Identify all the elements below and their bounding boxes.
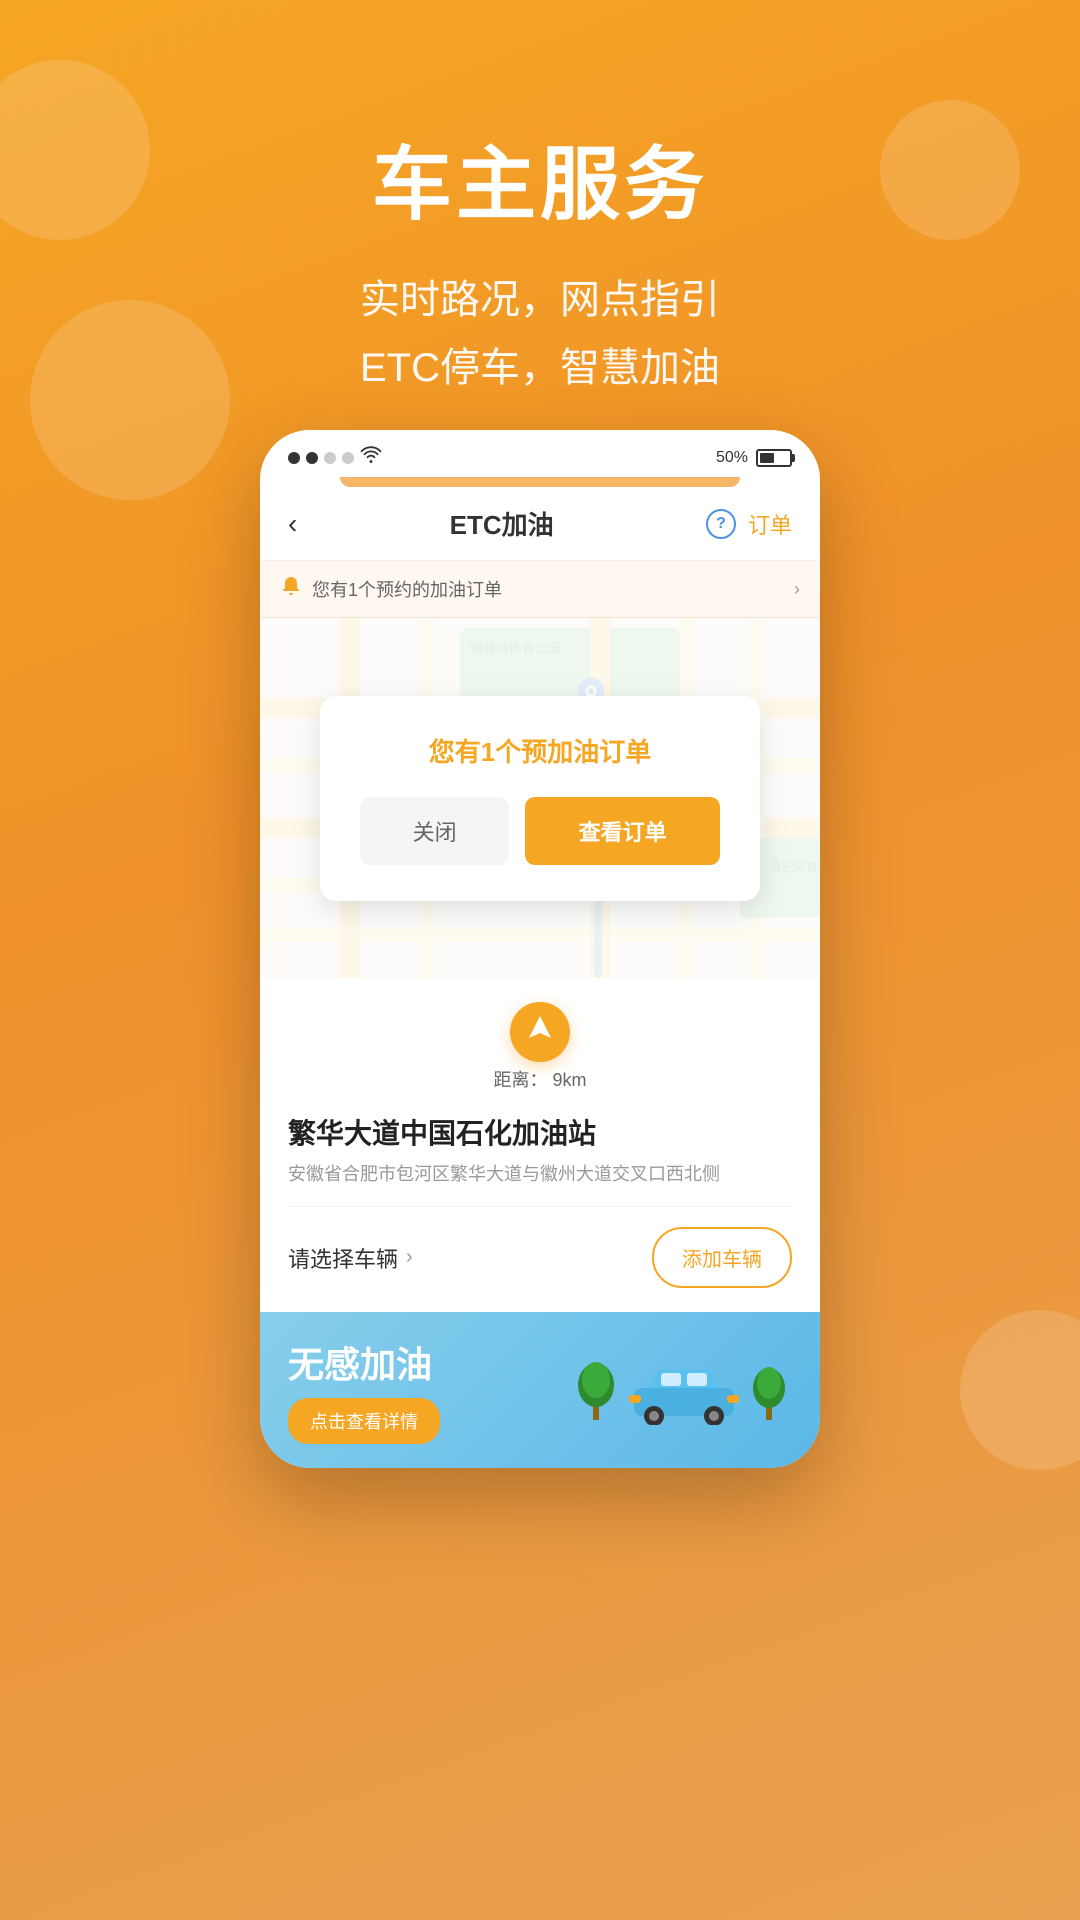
signal-dot-3: [324, 452, 336, 464]
subtitle-line1: 实时路况，网点指引: [0, 266, 1080, 334]
banner-area[interactable]: 无感加油 点击查看详情: [260, 1312, 820, 1468]
navigation-button[interactable]: [510, 1002, 570, 1062]
app-header: ‹ ETC加油 ? 订单: [260, 487, 820, 561]
banner-title: 无感加油: [288, 1336, 440, 1388]
tree2-icon: [747, 1360, 792, 1425]
map-background: 蜀峰湾体育公园 合肥体育: [260, 618, 820, 978]
vehicle-row: 请选择车辆 › 添加车辆: [288, 1227, 792, 1288]
nav-arrow-icon: [525, 1012, 555, 1049]
car-icon: [629, 1360, 739, 1425]
battery-percent: 50%: [716, 449, 748, 467]
back-button[interactable]: ‹: [288, 508, 297, 540]
signal-dot-1: [288, 452, 300, 464]
bottom-panel: 距离： 9km 繁华大道中国石化加油站 安徽省合肥市包河区繁华大道与徽州大道交叉…: [260, 978, 820, 1312]
battery-fill: [760, 453, 774, 463]
add-vehicle-button[interactable]: 添加车辆: [652, 1227, 792, 1288]
banner-left: 无感加油 点击查看详情: [288, 1336, 440, 1444]
battery-tip: [791, 454, 795, 462]
dialog-box: 您有1个预加油订单 关闭 查看订单: [320, 696, 760, 901]
phone-mockup: 50% ‹ ETC加油 ? 订单 您有1个预约的加: [260, 430, 820, 1468]
banner-illustration: [571, 1355, 792, 1425]
dialog-buttons: 关闭 查看订单: [360, 797, 720, 865]
order-link[interactable]: 订单: [748, 508, 792, 540]
battery-bar: [756, 449, 792, 467]
view-order-button[interactable]: 查看订单: [525, 797, 720, 865]
station-address: 安徽省合肥市包河区繁华大道与徽州大道交叉口西北侧: [288, 1160, 792, 1186]
deco-circle-4: [960, 1310, 1080, 1470]
help-button[interactable]: ?: [706, 509, 736, 539]
nav-btn-area: [288, 1002, 792, 1062]
banner-cta[interactable]: 点击查看详情: [288, 1398, 440, 1444]
deco-circle-2: [880, 100, 1020, 240]
distance-text: 距离： 9km: [288, 1066, 792, 1092]
signal-area: [288, 446, 382, 469]
dialog-title: 您有1个预加油订单: [360, 732, 720, 769]
notif-icon: [280, 575, 302, 603]
notif-arrow: ›: [794, 579, 800, 600]
station-name: 繁华大道中国石化加油站: [288, 1112, 792, 1152]
notif-left: 您有1个预约的加油订单: [280, 575, 502, 603]
status-bar: 50%: [260, 430, 820, 477]
signal-dot-2: [306, 452, 318, 464]
signal-dot-4: [342, 452, 354, 464]
notch: [340, 477, 740, 487]
wifi-icon: [360, 446, 382, 469]
vehicle-select-label[interactable]: 请选择车辆 ›: [288, 1242, 413, 1274]
map-area[interactable]: 蜀峰湾体育公园 合肥体育: [260, 618, 820, 978]
battery-area: 50%: [716, 449, 792, 467]
close-button[interactable]: 关闭: [360, 797, 509, 865]
header-right: ? 订单: [706, 508, 792, 540]
divider: [288, 1206, 792, 1207]
notif-text: 您有1个预约的加油订单: [312, 576, 502, 602]
dialog-overlay: 您有1个预加油订单 关闭 查看订单: [260, 618, 820, 978]
tree-icon: [571, 1355, 621, 1425]
subtitle-line2: ETC停车，智慧加油: [0, 334, 1080, 402]
notification-bar[interactable]: 您有1个预约的加油订单 ›: [260, 561, 820, 618]
hero-subtitle: 实时路况，网点指引 ETC停车，智慧加油: [0, 266, 1080, 402]
header-title: ETC加油: [450, 505, 554, 542]
